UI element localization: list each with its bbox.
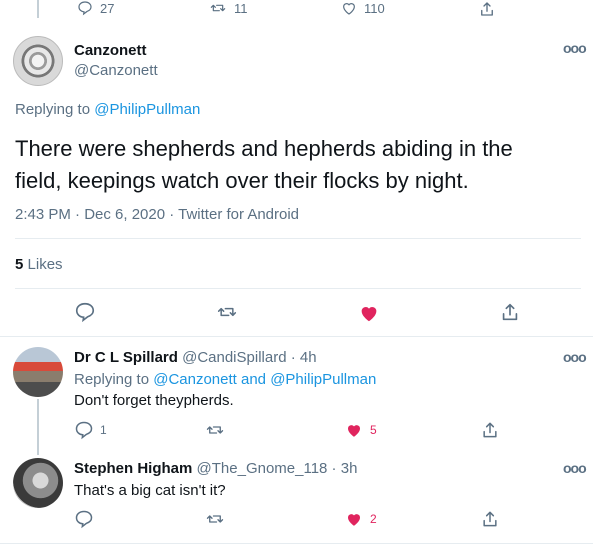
reply1-replying-link-1[interactable]: @Canzonett (153, 371, 237, 388)
main-tweet-text-line2: field, keepings watch over their flocks … (15, 168, 469, 193)
reply1-replying-link-2[interactable]: @PhilipPullman (270, 371, 376, 388)
reply-icon (75, 302, 95, 323)
reply1-reply-button[interactable]: 1 (74, 420, 107, 440)
divider (15, 288, 581, 289)
main-reply-button[interactable] (74, 301, 96, 323)
reply1-replying-to: Replying to @Canzonett and @PhilipPullma… (74, 371, 376, 388)
main-handle[interactable]: @Canzonett (74, 62, 158, 79)
retweet-icon (206, 426, 224, 434)
retweet-icon (217, 307, 237, 317)
retweet-icon (206, 515, 224, 523)
reply1-replying-label: Replying to (74, 371, 150, 388)
reply2-share-button[interactable] (480, 509, 500, 529)
reply1-replying-and: and (241, 371, 267, 388)
reply2-header: Stephen Higham @The_Gnome_118 · 3h (74, 460, 357, 477)
share-icon (502, 303, 518, 321)
reply2-more-icon[interactable]: ooo (563, 460, 587, 476)
top-like-count: 110 (364, 0, 385, 16)
divider (0, 336, 593, 337)
reply2-display-name[interactable]: Stephen Higham (74, 460, 192, 477)
main-likes-summary[interactable]: 5 Likes (15, 256, 63, 273)
reply1-share-button[interactable] (480, 420, 500, 440)
reply1-more-icon[interactable]: ooo (563, 349, 587, 365)
replying-label: Replying to (15, 101, 91, 118)
thread-line (37, 399, 39, 455)
spillard-avatar[interactable] (13, 347, 63, 397)
main-timestamp[interactable]: 2:43 PM · Dec 6, 2020 · Twitter for Andr… (15, 206, 299, 223)
reply2-text: That's a big cat isn't it? (74, 482, 226, 499)
main-retweet-button[interactable] (215, 302, 239, 322)
divider (15, 238, 581, 239)
divider (0, 543, 593, 544)
retweet-icon (210, 4, 226, 12)
share-icon (481, 2, 493, 16)
reply2-retweet-button[interactable] (204, 510, 226, 528)
reply2-like-button[interactable]: 2 (344, 510, 377, 528)
canzonett-avatar[interactable] (13, 36, 63, 86)
main-replying-to: Replying to @PhilipPullman (15, 101, 200, 118)
heart-icon (343, 3, 355, 15)
main-likes-label: Likes (27, 256, 63, 273)
heart-icon (348, 514, 360, 526)
heart-icon (361, 307, 377, 322)
top-retweet-count: 11 (234, 0, 248, 16)
reply-icon (78, 1, 92, 16)
reply2-reply-button[interactable] (74, 509, 94, 529)
reply1-text: Don't forget theypherds. (74, 392, 234, 409)
reply1-handle-time[interactable]: @CandiSpillard · 4h (182, 349, 316, 366)
higham-avatar[interactable] (13, 458, 63, 508)
top-reply-count: 27 (100, 0, 115, 16)
reply1-header: Dr C L Spillard @CandiSpillard · 4h (74, 349, 317, 366)
reply-icon (75, 421, 93, 440)
reply2-like-count: 2 (370, 512, 377, 526)
reply-icon (75, 510, 93, 529)
top-share-button[interactable] (478, 0, 496, 18)
top-like-button[interactable]: 110 (340, 0, 385, 16)
share-icon (483, 422, 497, 438)
heart-icon (348, 425, 360, 437)
reply1-reply-count: 1 (100, 423, 107, 437)
reply1-like-count: 5 (370, 423, 377, 437)
main-tweet-text: There were shepherds and hepherds abidin… (15, 133, 513, 197)
main-display-name[interactable]: Canzonett (74, 42, 147, 59)
main-share-button[interactable] (499, 301, 521, 323)
replying-handle-link[interactable]: @PhilipPullman (94, 101, 200, 118)
reply1-like-button[interactable]: 5 (344, 421, 377, 439)
main-likes-count: 5 (15, 256, 24, 273)
reply2-handle-time[interactable]: @The_Gnome_118 · 3h (197, 460, 358, 477)
reply1-display-name[interactable]: Dr C L Spillard (74, 349, 178, 366)
main-like-button[interactable] (357, 302, 381, 324)
main-tweet-text-line1: There were shepherds and hepherds abidin… (15, 136, 513, 161)
top-reply-button[interactable]: 27 (76, 0, 114, 16)
top-retweet-button[interactable]: 11 (208, 0, 248, 16)
thread-line-top (37, 0, 39, 18)
reply1-retweet-button[interactable] (204, 421, 226, 439)
share-icon (483, 511, 497, 527)
main-more-icon[interactable]: ooo (563, 40, 587, 56)
